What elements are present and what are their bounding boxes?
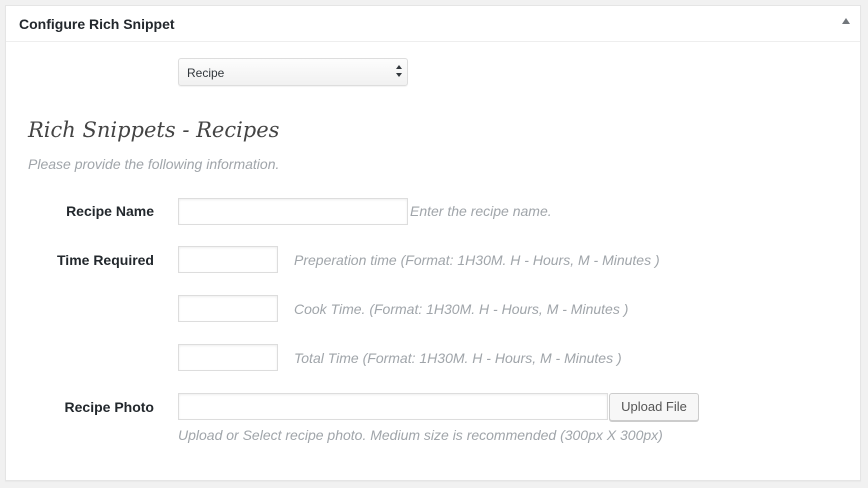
cook-time-hint: Cook Time. (Format: 1H30M. H - Hours, M …: [294, 301, 629, 317]
recipe-name-label: Recipe Name: [66, 203, 154, 219]
section-heading: Rich Snippets - Recipes: [28, 118, 280, 142]
select-arrows-icon: [396, 65, 402, 77]
prep-time-input[interactable]: [178, 246, 278, 273]
time-required-label: Time Required: [57, 252, 154, 268]
total-time-hint: Total Time (Format: 1H30M. H - Hours, M …: [294, 350, 622, 366]
section-description: Please provide the following information…: [28, 156, 280, 172]
collapse-toggle-icon[interactable]: [842, 18, 850, 24]
recipe-name-hint: Enter the recipe name.: [410, 203, 552, 219]
prep-time-hint: Preperation time (Format: 1H30M. H - Hou…: [294, 252, 660, 268]
rich-snippet-metabox: Configure Rich Snippet Recipe Rich Snipp…: [5, 5, 861, 481]
metabox-title: Configure Rich Snippet: [19, 16, 175, 32]
snippet-type-selected-value: Recipe: [187, 66, 225, 80]
metabox-header[interactable]: Configure Rich Snippet: [6, 6, 860, 42]
recipe-name-input[interactable]: [178, 198, 408, 225]
recipe-photo-label: Recipe Photo: [64, 399, 154, 415]
upload-file-button[interactable]: Upload File: [609, 393, 699, 421]
recipe-photo-input[interactable]: [178, 393, 608, 420]
cook-time-input[interactable]: [178, 295, 278, 322]
total-time-input[interactable]: [178, 344, 278, 371]
recipe-photo-hint: Upload or Select recipe photo. Medium si…: [178, 427, 663, 443]
snippet-type-select[interactable]: Recipe: [178, 58, 408, 86]
